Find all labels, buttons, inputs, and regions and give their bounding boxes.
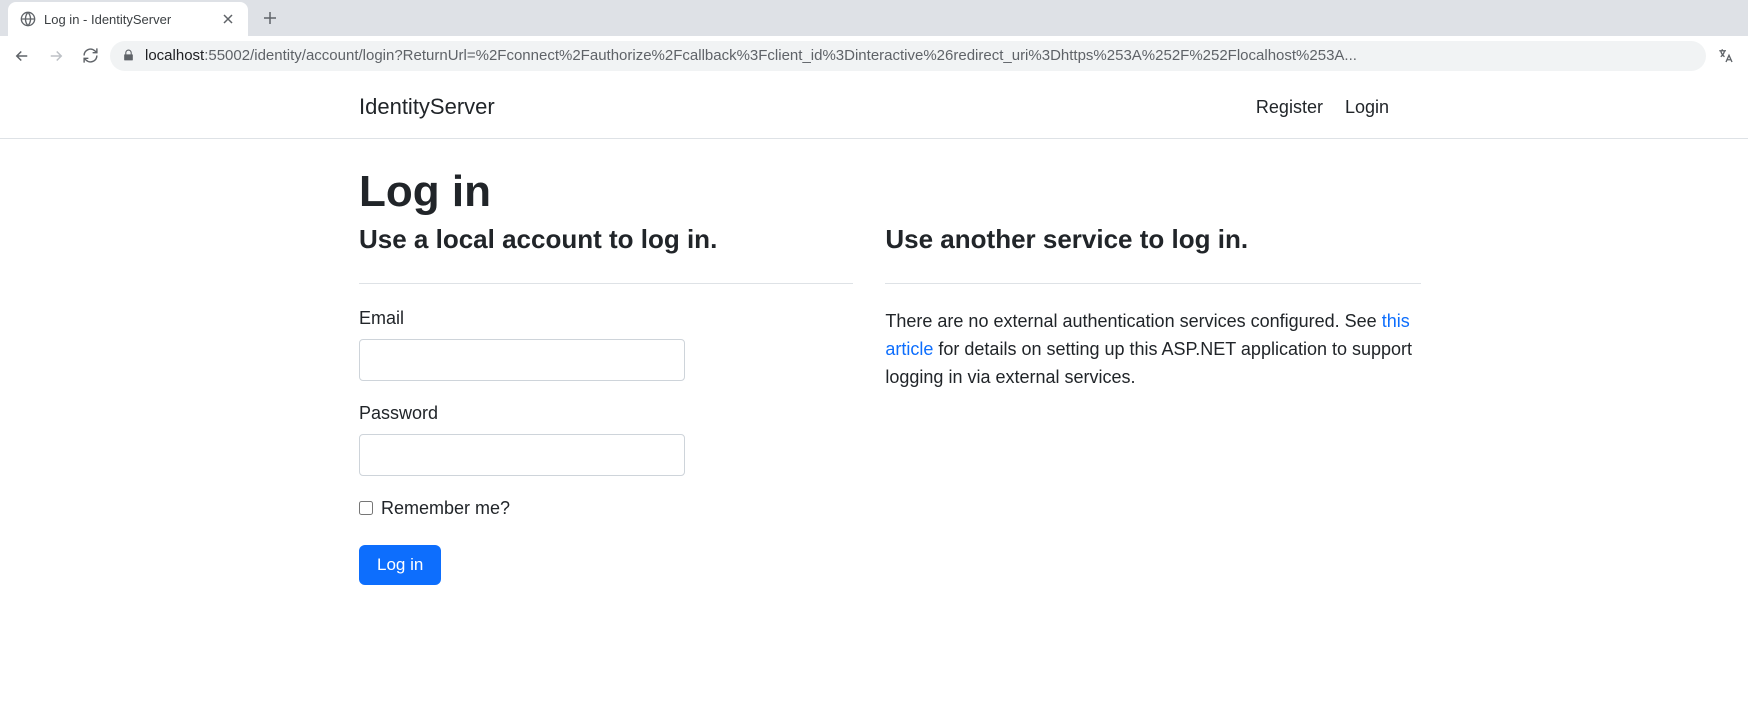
lock-icon [122, 49, 135, 62]
external-login-section: Use another service to log in. There are… [885, 223, 1421, 585]
external-description: There are no external authentication ser… [885, 308, 1421, 392]
forward-button[interactable] [42, 42, 70, 70]
login-button[interactable]: Log in [359, 545, 441, 585]
tab-strip: Log in - IdentityServer [0, 0, 1748, 36]
local-login-section: Use a local account to log in. Email Pas… [359, 223, 853, 585]
external-heading: Use another service to log in. [885, 223, 1421, 267]
browser-toolbar: localhost:55002/identity/account/login?R… [0, 36, 1748, 76]
remember-me-label: Remember me? [381, 498, 510, 519]
local-heading: Use a local account to log in. [359, 223, 853, 267]
nav-register-link[interactable]: Register [1256, 97, 1323, 118]
divider [885, 283, 1421, 284]
translate-icon[interactable] [1712, 42, 1740, 70]
divider [359, 283, 853, 284]
url-host: localhost [145, 47, 204, 64]
browser-chrome: Log in - IdentityServer localhost:55002/… [0, 0, 1748, 76]
reload-button[interactable] [76, 42, 104, 70]
globe-icon [20, 11, 36, 27]
address-bar[interactable]: localhost:55002/identity/account/login?R… [110, 41, 1706, 71]
close-icon[interactable] [220, 11, 236, 27]
email-label: Email [359, 308, 853, 329]
brand-link[interactable]: IdentityServer [359, 94, 495, 120]
nav-links: Register Login [1256, 97, 1389, 118]
external-text-after: for details on setting up this ASP.NET a… [885, 339, 1412, 387]
nav-login-link[interactable]: Login [1345, 97, 1389, 118]
back-button[interactable] [8, 42, 36, 70]
new-tab-button[interactable] [256, 4, 284, 32]
password-label: Password [359, 403, 853, 424]
email-field[interactable] [359, 339, 685, 381]
tab-title: Log in - IdentityServer [44, 12, 212, 27]
page-title: Log in [359, 167, 1389, 217]
password-field[interactable] [359, 434, 685, 476]
site-navbar: IdentityServer Register Login [0, 76, 1748, 139]
url-text: localhost:55002/identity/account/login?R… [145, 47, 1357, 64]
external-text-before: There are no external authentication ser… [885, 311, 1381, 331]
page: IdentityServer Register Login Log in Use… [0, 76, 1748, 625]
url-path: :55002/identity/account/login?ReturnUrl=… [204, 47, 1357, 64]
remember-me-checkbox[interactable] [359, 501, 373, 515]
browser-tab[interactable]: Log in - IdentityServer [8, 2, 248, 36]
